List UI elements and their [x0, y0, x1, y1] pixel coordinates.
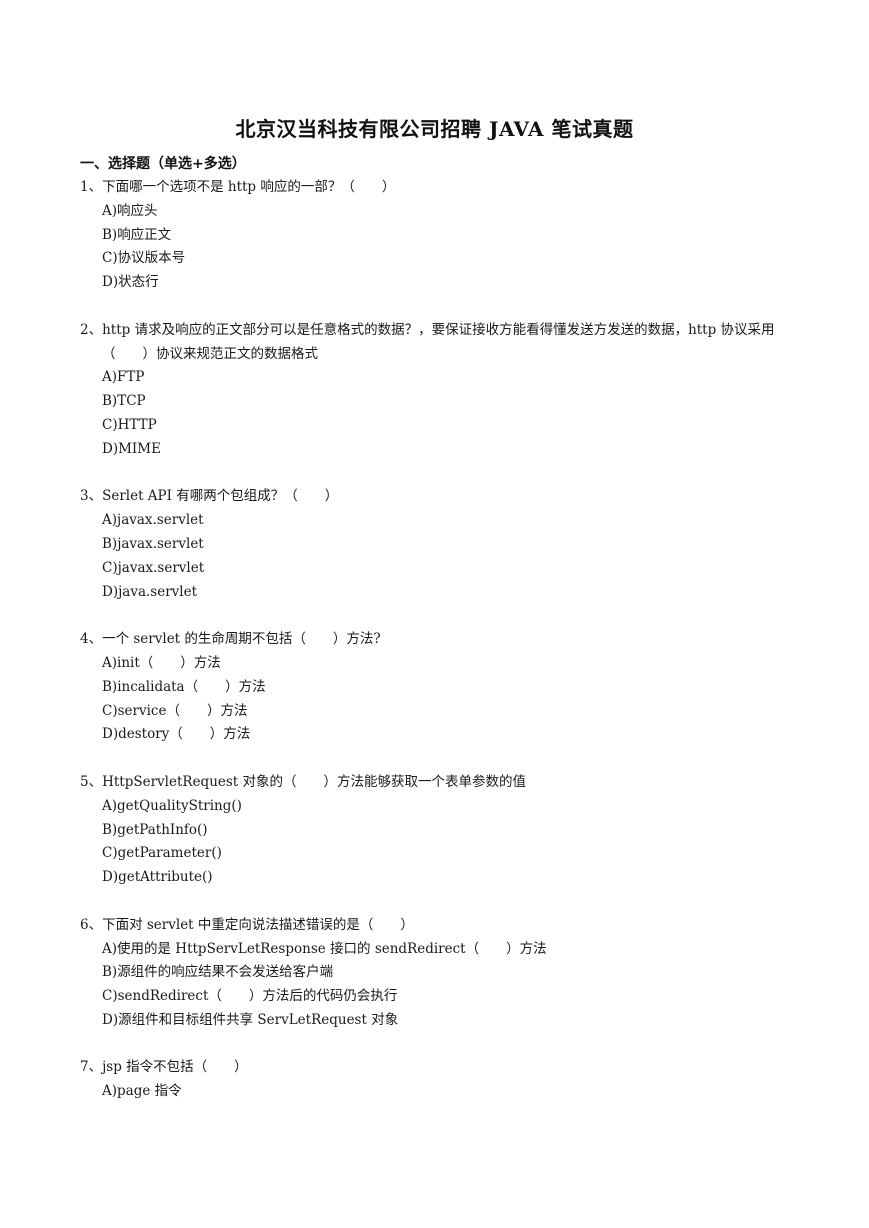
- option-c: C)getParameter(): [102, 845, 222, 862]
- option-d: D)MIME: [102, 440, 161, 457]
- question-stem: 4、一个 servlet 的生命周期不包括（ ）方法?: [80, 631, 381, 648]
- section-heading: 一、选择题（单选+多选）: [80, 156, 246, 172]
- option-d: D)java.servlet: [102, 583, 198, 600]
- option-d: D)getAttribute(): [102, 869, 213, 886]
- option-a: A)javax.servlet: [102, 512, 204, 529]
- question-6: 6、下面对 servlet 中重定向说法描述错误的是（ ） A)使用的是 Htt…: [80, 914, 800, 1033]
- question-7: 7、jsp 指令不包括（ ） A)page 指令: [80, 1056, 800, 1104]
- option-b: B)getPathInfo(): [102, 821, 208, 838]
- option-c: C)javax.servlet: [102, 559, 205, 576]
- question-stem: 3、Serlet API 有哪两个包组成？（ ）: [80, 488, 339, 505]
- option-c: C)service（ ）方法: [102, 702, 248, 719]
- option-b: B)源组件的响应结果不会发送给客户端: [102, 964, 334, 981]
- option-a: A)响应头: [102, 202, 158, 219]
- option-b: B)TCP: [102, 393, 146, 410]
- option-c: C)协议版本号: [102, 250, 186, 267]
- question-2: 2、http 请求及响应的正文部分可以是任意格式的数据？，要保证接收方能看得懂发…: [80, 319, 800, 462]
- question-1: 1、下面哪一个选项不是 http 响应的一部？（ ） A)响应头 B)响应正文 …: [80, 176, 800, 295]
- option-b: B)javax.servlet: [102, 535, 204, 552]
- option-a: A)FTP: [102, 369, 145, 386]
- option-c: C)HTTP: [102, 416, 157, 433]
- question-3: 3、Serlet API 有哪两个包组成？（ ） A)javax.servlet…: [80, 485, 800, 604]
- option-d: D)destory（ ）方法: [102, 726, 251, 743]
- option-a: A)init（ ）方法: [102, 654, 221, 671]
- document-page: 北京汉当科技有限公司招聘 JAVA 笔试真题 一、选择题（单选+多选） 1、下面…: [0, 0, 869, 1228]
- option-a: A)getQualityString(): [102, 797, 242, 814]
- option-a: A)page 指令: [102, 1083, 182, 1100]
- document-title: 北京汉当科技有限公司招聘 JAVA 笔试真题: [235, 117, 634, 141]
- question-4: 4、一个 servlet 的生命周期不包括（ ）方法? A)init（ ）方法 …: [80, 628, 800, 747]
- option-a: A)使用的是 HttpServLetResponse 接口的 sendRedir…: [102, 940, 547, 957]
- option-d: D)状态行: [102, 274, 159, 291]
- question-stem: 2、http 请求及响应的正文部分可以是任意格式的数据？，要保证接收方能看得懂发…: [80, 321, 775, 362]
- question-stem: 7、jsp 指令不包括（ ）: [80, 1059, 248, 1076]
- question-stem: 6、下面对 servlet 中重定向说法描述错误的是（ ）: [80, 916, 414, 933]
- option-d: D)源组件和目标组件共享 ServLetRequest 对象: [102, 1011, 399, 1028]
- option-c: C)sendRedirect（ ）方法后的代码仍会执行: [102, 988, 398, 1005]
- question-stem: 5、HttpServletRequest 对象的（ ）方法能够获取一个表单参数的…: [80, 773, 527, 790]
- option-b: B)incalidata（ ）方法: [102, 678, 266, 695]
- question-5: 5、HttpServletRequest 对象的（ ）方法能够获取一个表单参数的…: [80, 771, 800, 890]
- question-stem: 1、下面哪一个选项不是 http 响应的一部？（ ）: [80, 179, 396, 195]
- question-list: 1、下面哪一个选项不是 http 响应的一部？（ ） A)响应头 B)响应正文 …: [80, 176, 800, 1128]
- option-b: B)响应正文: [102, 226, 172, 243]
